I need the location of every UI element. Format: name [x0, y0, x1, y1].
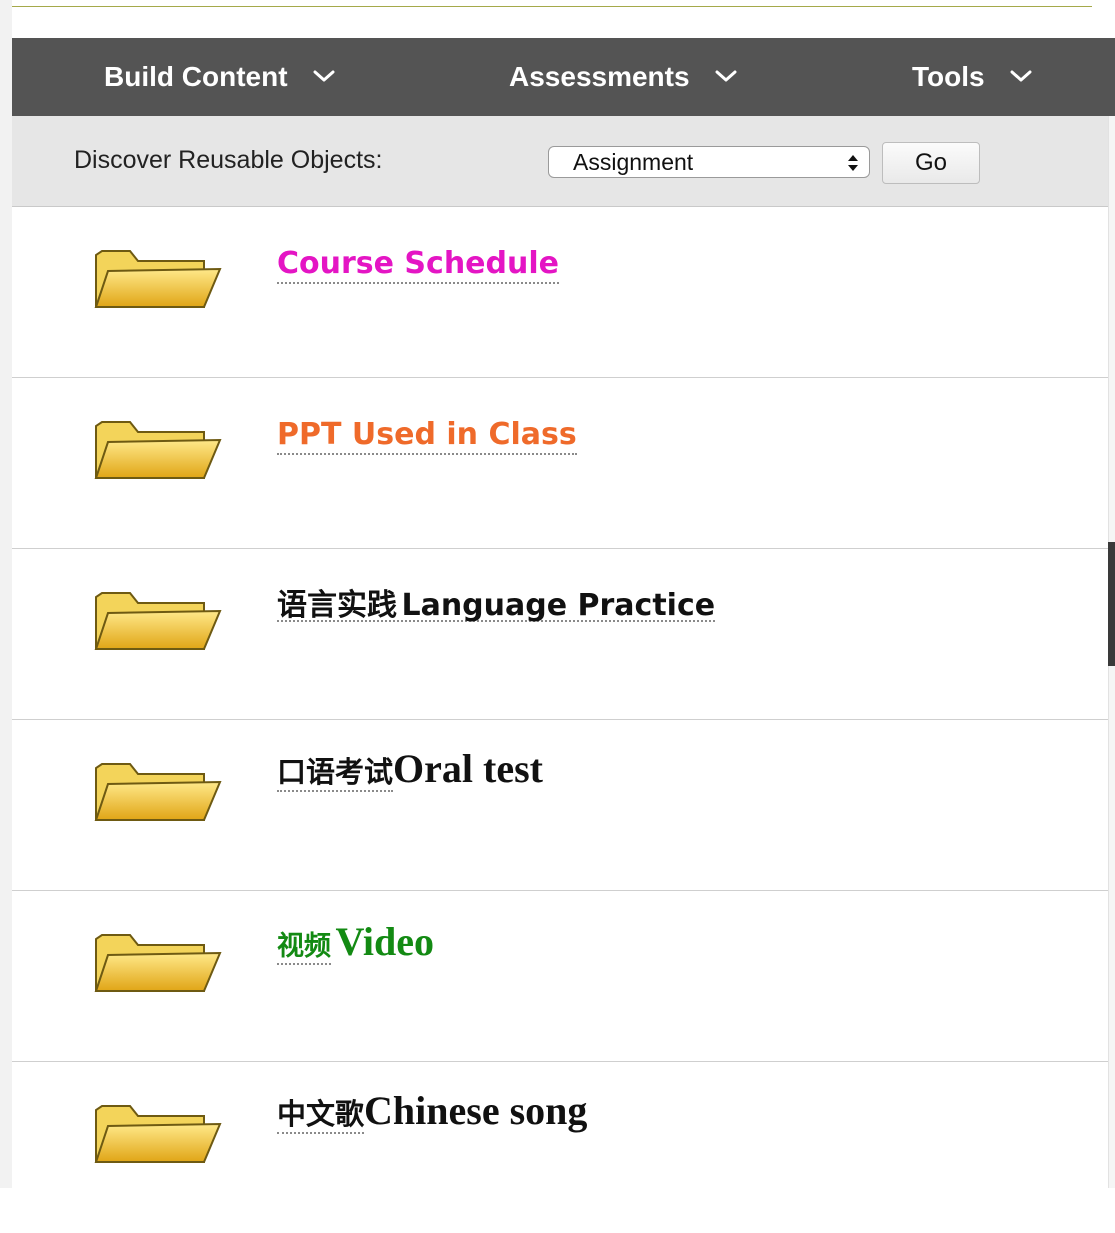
item-title-en: Chinese song — [364, 1088, 588, 1133]
list-item: PPT Used in Class — [12, 378, 1108, 549]
item-title: PPT Used in Class — [277, 417, 577, 455]
item-title-zh: 中文歌 — [277, 1097, 365, 1134]
go-button[interactable]: Go — [882, 142, 980, 184]
list-item: 口语考试Oral test — [12, 720, 1108, 891]
tools-label: Tools — [912, 61, 985, 92]
course-toolbar: Build Content Assessments Tools — [12, 38, 1115, 116]
item-title-zh: 语言实践 — [277, 588, 397, 623]
chevron-down-icon — [715, 70, 737, 82]
item-title-en: Video — [335, 919, 434, 964]
folder-icon — [94, 421, 222, 479]
list-item: 视频 Video — [12, 891, 1108, 1062]
language-practice-link[interactable]: 语言实践 Language Practice — [277, 587, 716, 630]
discover-bar: Discover Reusable Objects: Assignment Go — [12, 116, 1108, 207]
build-content-label: Build Content — [104, 61, 288, 92]
list-item: 中文歌Chinese song — [12, 1062, 1108, 1233]
folder-icon — [94, 763, 222, 821]
list-item: Course Schedule — [12, 207, 1108, 378]
oral-test-link[interactable]: 口语考试Oral test — [277, 749, 543, 797]
course-schedule-link[interactable]: Course Schedule — [277, 245, 559, 288]
select-arrows-icon — [848, 155, 858, 171]
chinese-song-link[interactable]: 中文歌Chinese song — [277, 1091, 587, 1139]
item-title-en: Language Practice — [401, 588, 716, 623]
chevron-down-icon — [1010, 70, 1032, 82]
right-edge-tab[interactable] — [1108, 542, 1115, 666]
reusable-object-select[interactable]: Assignment — [548, 146, 870, 178]
item-title-group: 语言实践 Language Practice — [277, 588, 716, 623]
discover-label: Discover Reusable Objects: — [74, 146, 383, 174]
ppt-used-in-class-link[interactable]: PPT Used in Class — [277, 416, 577, 459]
list-item: 语言实践 Language Practice — [12, 549, 1108, 720]
assessments-label: Assessments — [509, 61, 690, 92]
item-title: Course Schedule — [277, 246, 559, 284]
folder-icon — [94, 592, 222, 650]
item-title-zh: 口语考试 — [277, 755, 394, 792]
top-divider-line — [12, 6, 1092, 7]
item-title-zh: 视频 — [277, 931, 331, 965]
select-value: Assignment — [573, 149, 694, 175]
content-list: Course Schedule PPT Used in Class 语言实践 L… — [12, 207, 1108, 1233]
tools-menu[interactable]: Tools — [912, 38, 1032, 116]
assessments-menu[interactable]: Assessments — [509, 38, 737, 116]
folder-icon — [94, 934, 222, 992]
build-content-menu[interactable]: Build Content — [104, 38, 335, 116]
folder-icon — [94, 1105, 222, 1163]
video-link[interactable]: 视频 Video — [277, 922, 434, 970]
chevron-down-icon — [313, 70, 335, 82]
item-title-en: Oral test — [393, 746, 543, 791]
folder-icon — [94, 250, 222, 308]
